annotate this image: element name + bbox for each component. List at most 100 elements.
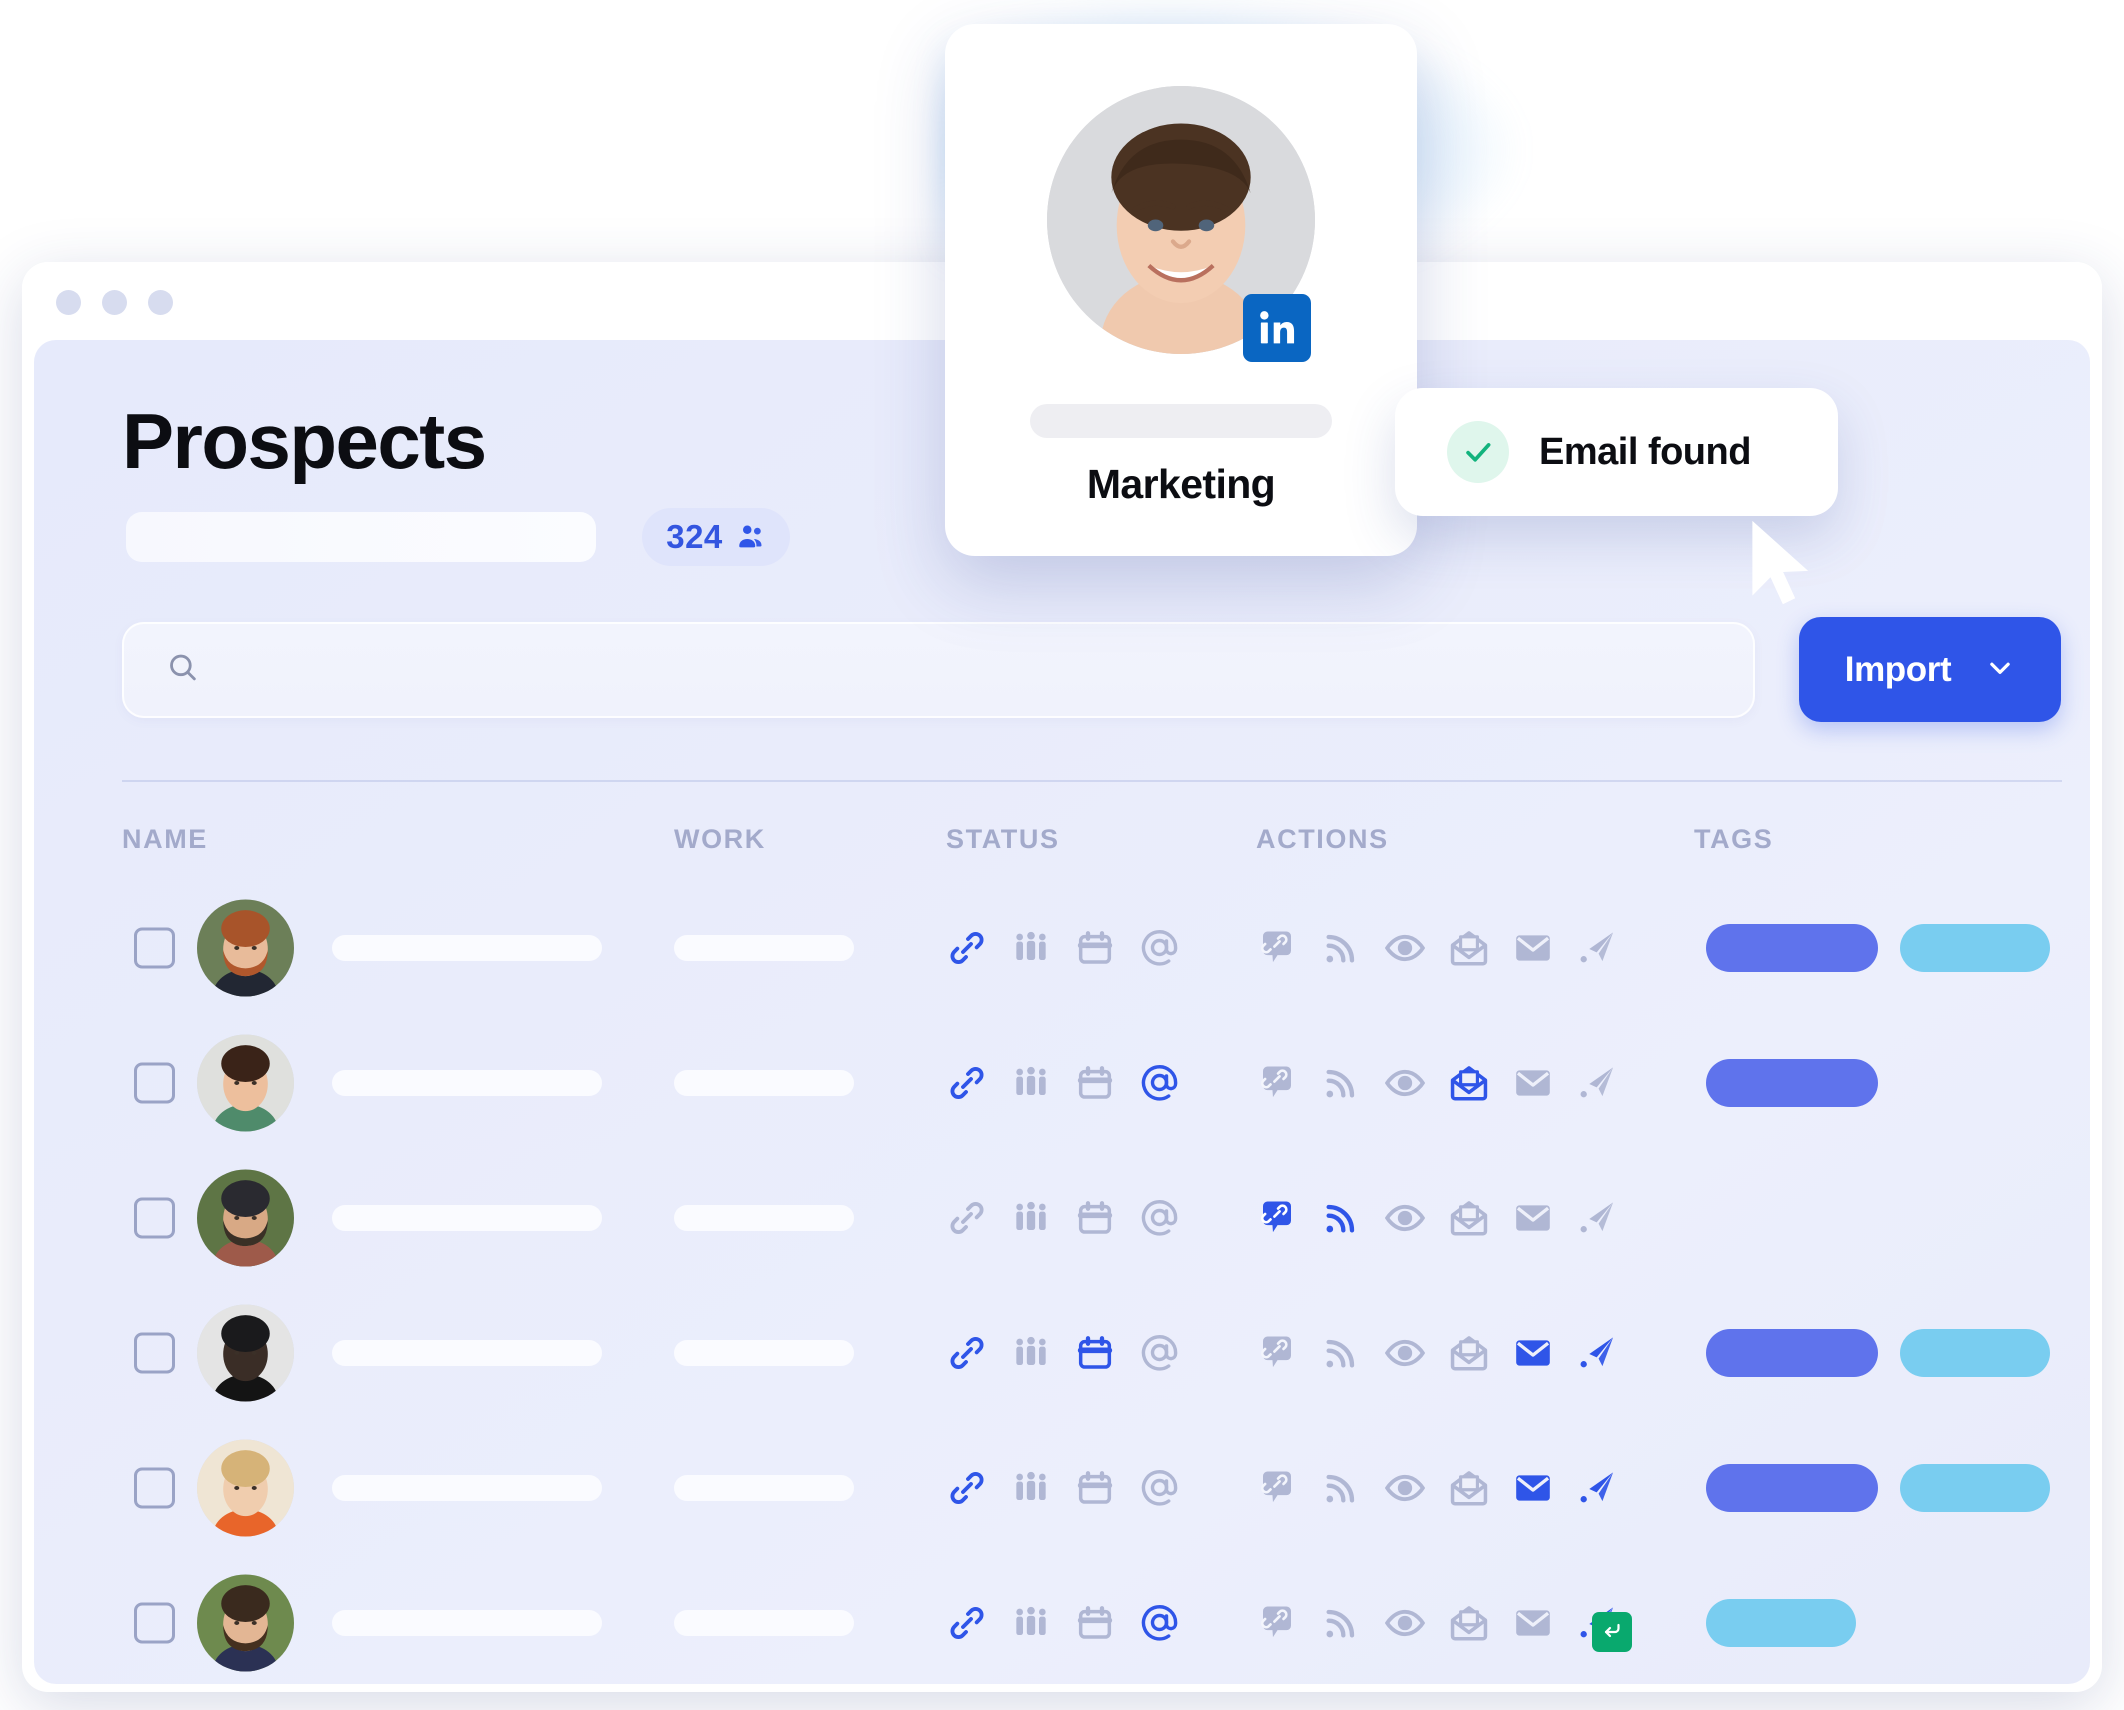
row-checkbox[interactable]: [134, 1062, 175, 1103]
people-group-icon[interactable]: [1010, 927, 1052, 969]
rss-icon[interactable]: [1320, 927, 1362, 969]
tag-chip[interactable]: [1706, 1463, 1878, 1512]
search-input[interactable]: [122, 622, 1755, 718]
row-checkbox[interactable]: [134, 1197, 175, 1238]
message-link-icon[interactable]: [1256, 1467, 1298, 1509]
eye-icon[interactable]: [1384, 1332, 1426, 1374]
eye-icon[interactable]: [1384, 1467, 1426, 1509]
action-icon-group: [1256, 1602, 1632, 1652]
link-icon[interactable]: [946, 1467, 988, 1509]
people-group-icon[interactable]: [1010, 1197, 1052, 1239]
link-icon[interactable]: [946, 1197, 988, 1239]
tag-chip[interactable]: [1706, 1328, 1878, 1377]
people-group-icon[interactable]: [1010, 1602, 1052, 1644]
message-link-icon[interactable]: [1256, 1062, 1298, 1104]
row-checkbox[interactable]: [134, 927, 175, 968]
rss-icon[interactable]: [1320, 1602, 1362, 1644]
search-icon: [166, 651, 200, 690]
eye-icon[interactable]: [1384, 927, 1426, 969]
message-link-icon[interactable]: [1256, 927, 1298, 969]
paper-plane-icon[interactable]: [1576, 1467, 1618, 1509]
tag-chip[interactable]: [1706, 923, 1878, 972]
calendar-icon[interactable]: [1074, 927, 1116, 969]
envelope-open-icon[interactable]: [1448, 927, 1490, 969]
prospect-count-value: 324: [666, 518, 723, 555]
avatar: [197, 899, 294, 996]
people-group-icon[interactable]: [1010, 1332, 1052, 1374]
tag-group: [1706, 1058, 1878, 1107]
eye-icon[interactable]: [1384, 1197, 1426, 1239]
row-checkbox[interactable]: [134, 1332, 175, 1373]
envelope-open-icon[interactable]: [1448, 1062, 1490, 1104]
action-icon-group: [1256, 1332, 1618, 1374]
table-row[interactable]: [34, 1555, 2090, 1684]
tag-chip[interactable]: [1900, 923, 2050, 972]
work-skeleton: [674, 1339, 854, 1366]
at-icon[interactable]: [1138, 1602, 1180, 1644]
table-row[interactable]: [34, 1285, 2090, 1420]
tag-chip[interactable]: [1706, 1598, 1856, 1647]
envelope-closed-icon[interactable]: [1512, 1197, 1554, 1239]
at-icon[interactable]: [1138, 1062, 1180, 1104]
table-row[interactable]: [34, 1150, 2090, 1285]
rss-icon[interactable]: [1320, 1197, 1362, 1239]
people-group-icon[interactable]: [1010, 1062, 1052, 1104]
paper-plane-icon[interactable]: [1576, 1062, 1618, 1104]
envelope-open-icon[interactable]: [1448, 1467, 1490, 1509]
row-checkbox[interactable]: [134, 1602, 175, 1643]
status-icon-group: [946, 1332, 1180, 1374]
people-group-icon[interactable]: [1010, 1467, 1052, 1509]
tag-chip[interactable]: [1706, 1058, 1878, 1107]
rss-icon[interactable]: [1320, 1467, 1362, 1509]
rss-icon[interactable]: [1320, 1332, 1362, 1374]
message-link-icon[interactable]: [1256, 1197, 1298, 1239]
table-row[interactable]: [34, 1420, 2090, 1555]
name-skeleton: [332, 1204, 602, 1231]
row-checkbox[interactable]: [134, 1467, 175, 1508]
link-icon[interactable]: [946, 1602, 988, 1644]
window-dot-maximize[interactable]: [148, 290, 173, 315]
calendar-icon[interactable]: [1074, 1197, 1116, 1239]
paper-plane-icon[interactable]: [1576, 1332, 1618, 1374]
tag-chip[interactable]: [1900, 1328, 2050, 1377]
envelope-closed-icon[interactable]: [1512, 1602, 1554, 1644]
at-icon[interactable]: [1138, 1332, 1180, 1374]
at-icon[interactable]: [1138, 927, 1180, 969]
email-found-label: Email found: [1539, 430, 1751, 473]
envelope-open-icon[interactable]: [1448, 1602, 1490, 1644]
message-link-icon[interactable]: [1256, 1602, 1298, 1644]
envelope-closed-icon[interactable]: [1512, 927, 1554, 969]
avatar: [197, 1169, 294, 1266]
eye-icon[interactable]: [1384, 1602, 1426, 1644]
calendar-icon[interactable]: [1074, 1602, 1116, 1644]
calendar-icon[interactable]: [1074, 1467, 1116, 1509]
window-dot-close[interactable]: [56, 290, 81, 315]
avatar: [197, 1304, 294, 1401]
envelope-open-icon[interactable]: [1448, 1197, 1490, 1239]
calendar-icon[interactable]: [1074, 1062, 1116, 1104]
link-icon[interactable]: [946, 927, 988, 969]
paper-plane-icon[interactable]: [1576, 927, 1618, 969]
table-row[interactable]: [34, 1015, 2090, 1150]
at-icon[interactable]: [1138, 1467, 1180, 1509]
table-row[interactable]: [34, 880, 2090, 1015]
envelope-open-icon[interactable]: [1448, 1332, 1490, 1374]
at-icon[interactable]: [1138, 1197, 1180, 1239]
link-icon[interactable]: [946, 1062, 988, 1104]
paper-plane-icon[interactable]: [1576, 1197, 1618, 1239]
linkedin-icon: [1243, 294, 1311, 362]
tag-chip[interactable]: [1900, 1463, 2050, 1512]
link-icon[interactable]: [946, 1332, 988, 1374]
status-icon-group: [946, 927, 1180, 969]
status-icon-group: [946, 1467, 1180, 1509]
eye-icon[interactable]: [1384, 1062, 1426, 1104]
envelope-closed-icon[interactable]: [1512, 1062, 1554, 1104]
envelope-closed-icon[interactable]: [1512, 1467, 1554, 1509]
rss-icon[interactable]: [1320, 1062, 1362, 1104]
calendar-icon[interactable]: [1074, 1332, 1116, 1374]
envelope-closed-icon[interactable]: [1512, 1332, 1554, 1374]
import-button[interactable]: Import: [1799, 617, 2061, 722]
window-dot-minimize[interactable]: [102, 290, 127, 315]
message-link-icon[interactable]: [1256, 1332, 1298, 1374]
paper-plane-icon[interactable]: [1576, 1602, 1632, 1652]
